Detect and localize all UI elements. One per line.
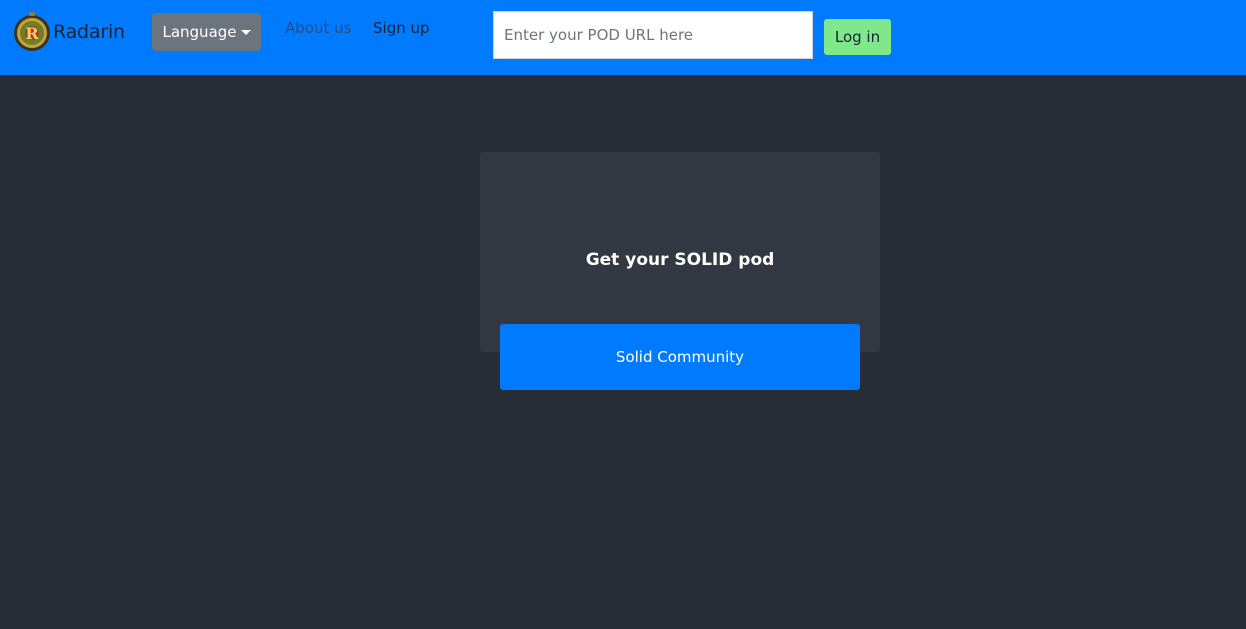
pod-url-input[interactable] [493,11,813,59]
top-navbar: R Radarin Language About us Sign up Log … [0,0,1246,75]
login-button[interactable]: Log in [824,19,891,55]
brand-link[interactable]: R Radarin [12,12,125,52]
sign-up-link[interactable]: Sign up [373,19,430,37]
caret-down-icon [240,30,251,35]
card-title: Get your SOLID pod [585,250,775,270]
about-us-link[interactable]: About us [285,19,351,37]
solid-community-button[interactable]: Solid Community [500,324,860,390]
language-label: Language [162,23,237,41]
radarin-logo-icon: R [14,12,50,51]
language-dropdown-button[interactable]: Language [152,13,261,51]
brand-name: Radarin [53,21,125,43]
svg-text:R: R [25,24,39,43]
